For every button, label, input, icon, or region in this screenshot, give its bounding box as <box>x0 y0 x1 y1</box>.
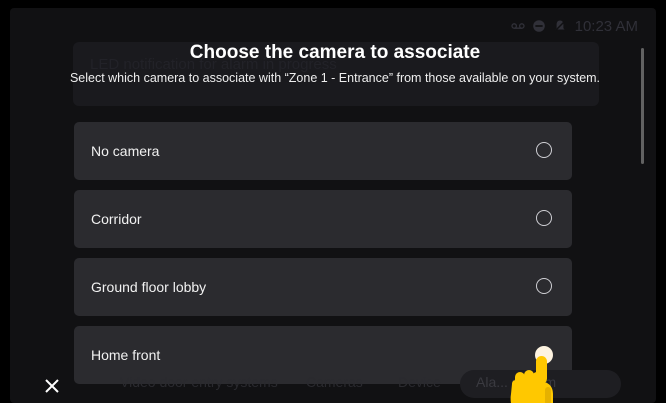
option-label: Corridor <box>91 211 142 227</box>
option-ground-floor-lobby[interactable]: Ground floor lobby <box>74 258 572 316</box>
status-time: 10:23 AM <box>574 17 638 35</box>
voicemail-icon <box>510 19 525 33</box>
modal-header: Choose the camera to associate Select wh… <box>65 42 605 85</box>
option-label: No camera <box>91 143 160 159</box>
option-label: Ground floor lobby <box>91 279 207 295</box>
status-icons <box>510 19 567 33</box>
device-screen: 10:23 AM LED notification for alarm in p… <box>10 8 656 403</box>
scrollbar[interactable] <box>641 48 644 164</box>
close-button[interactable] <box>38 372 66 400</box>
modal-subtitle: Select which camera to associate with “Z… <box>69 71 601 85</box>
option-no-camera[interactable]: No camera <box>74 122 572 180</box>
do-not-disturb-icon <box>532 19 546 33</box>
radio-button[interactable] <box>536 278 552 294</box>
radio-button-selected[interactable] <box>535 346 553 364</box>
screen: 10:23 AM LED notification for alarm in p… <box>0 0 666 403</box>
radio-button[interactable] <box>536 142 552 158</box>
option-corridor[interactable]: Corridor <box>74 190 572 248</box>
radio-button[interactable] <box>536 210 552 226</box>
close-icon <box>45 379 59 393</box>
bell-off-icon <box>553 19 567 33</box>
status-bar: 10:23 AM <box>510 16 638 36</box>
option-home-front[interactable]: Home front <box>74 326 572 384</box>
option-label: Home front <box>91 347 161 363</box>
modal-title: Choose the camera to associate <box>189 42 481 63</box>
